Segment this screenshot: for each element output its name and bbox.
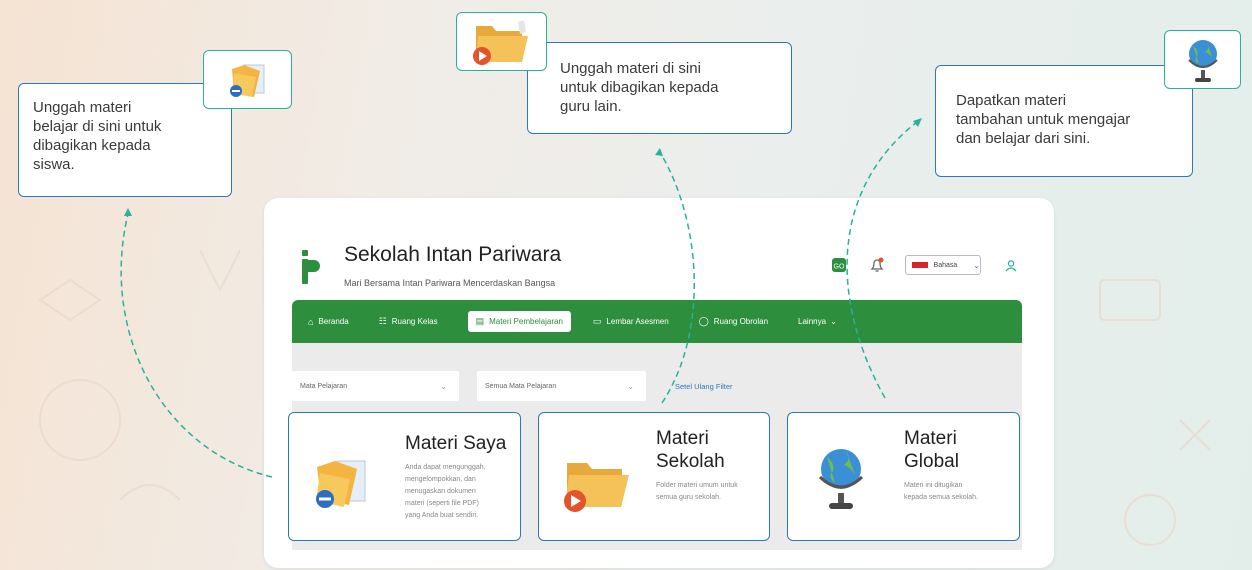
callout-school-materials: Unggah materi di sini untuk dibagikan ke…: [527, 42, 792, 134]
chevron-down-icon: ⌄: [440, 381, 447, 391]
indonesia-flag-icon: [912, 262, 928, 268]
arrow-head: [913, 118, 922, 127]
nav-label: Beranda: [318, 317, 349, 326]
callout-line: guru lain.: [560, 98, 622, 115]
language-label: Bahasa: [933, 261, 958, 269]
nav-label: Materi Pembelajaran: [489, 317, 563, 326]
subject-filter-select[interactable]: Mata Pelajaran ⌄: [292, 371, 459, 401]
app-window: Sekolah Intan Pariwara Mari Bersama Inta…: [264, 198, 1054, 568]
nav-item-materi-pembelajaran[interactable]: ▤ Materi Pembelajaran: [467, 311, 571, 332]
reset-filter-link[interactable]: Setel Ulang Filter: [675, 382, 733, 391]
card-description: Materi ini ditugikan kepada semua sekola…: [904, 482, 978, 501]
globe-icon: [818, 449, 864, 509]
callout-line: Dapatkan materi: [956, 92, 1067, 109]
materials-content: Mata Pelajaran ⌄ Semua Mata Pelajaran ⌄ …: [288, 343, 1022, 550]
chevron-down-icon: ⌄: [830, 317, 837, 326]
page-subtitle: Mari Bersama Intan Pariwara Mencerdaskan…: [344, 278, 556, 288]
file-icon: ▤: [475, 316, 485, 326]
chevron-down-icon: ⌄: [627, 381, 634, 391]
callout-line: dibagikan kepada: [33, 137, 151, 154]
nav-item-lainnya[interactable]: Lainnya ⌄: [798, 317, 837, 326]
callout-line: dan belajar dari sini.: [956, 130, 1091, 147]
language-selector[interactable]: Bahasa ⌄: [905, 255, 981, 275]
globe-icon: [1164, 30, 1241, 89]
folder-document-icon: [316, 460, 366, 508]
card-title: Materi Saya: [405, 433, 507, 454]
callout-line: Unggah materi di sini: [560, 60, 701, 77]
all-subjects-filter-select[interactable]: Semua Mata Pelajaran ⌄: [477, 371, 646, 401]
callout-line: belajar di sini untuk: [33, 118, 162, 135]
chevron-down-icon: ⌄: [973, 260, 980, 270]
filter-value: Semua Mata Pelajaran: [485, 382, 557, 390]
callout-line: siswa.: [33, 156, 75, 173]
card-materi-global[interactable]: Materi Global Materi ini ditugikan kepad…: [787, 412, 1020, 541]
home-icon: ⌂: [308, 316, 314, 327]
nav-label: Ruang Kelas: [391, 317, 438, 326]
nav-item-ruang-obrolan[interactable]: ◯ Ruang Obrolan: [699, 316, 768, 327]
user-profile-icon[interactable]: [1004, 259, 1018, 273]
card-title: Materi Global: [904, 428, 959, 472]
arrow-head: [124, 208, 132, 216]
card-description: Folder materi umum untuk semua guru seko…: [656, 482, 738, 501]
school-logo-icon: [302, 250, 320, 284]
arrow-to-callout-1: [120, 213, 273, 478]
svg-text:GO: GO: [834, 264, 845, 271]
callout-global-materials: Dapatkan materi tambahan untuk mengajar …: [935, 65, 1193, 177]
sheet-icon: ▭: [592, 316, 602, 326]
callout-line: tambahan untuk mengajar: [956, 111, 1131, 128]
book-icon: ☷: [378, 316, 387, 326]
folder-document-icon: [203, 50, 292, 109]
nav-label: Lembar Asesmen: [606, 317, 669, 326]
card-materi-sekolah[interactable]: Materi Sekolah Folder materi umum untuk …: [538, 412, 770, 541]
main-navigation: ⌂ Beranda ☷ Ruang Kelas ▤ Materi Pembela…: [292, 300, 1022, 343]
folder-play-icon: [564, 463, 629, 512]
callout-line: Unggah materi: [33, 99, 132, 116]
folder-play-icon: [456, 12, 547, 71]
arrow-head: [655, 148, 663, 156]
nav-item-beranda[interactable]: ⌂ Beranda: [308, 317, 349, 327]
card-materi-saya[interactable]: Materi Saya Anda dapat mengunggah, menge…: [288, 412, 521, 541]
nav-label: Lainnya: [798, 317, 827, 326]
calendar-badge-icon[interactable]: GO: [830, 256, 848, 274]
notification-bell-icon[interactable]: [868, 256, 886, 274]
page-title: Sekolah Intan Pariwara: [344, 243, 562, 266]
chat-icon: ◯: [698, 316, 709, 326]
callout-student-materials: Unggah materi belajar di sini untuk diba…: [18, 83, 232, 197]
nav-item-lembar-asesmen[interactable]: ▭ Lembar Asesmen: [593, 316, 669, 327]
nav-label: Ruang Obrolan: [713, 317, 769, 326]
nav-item-ruang-kelas[interactable]: ☷ Ruang Kelas: [379, 316, 438, 327]
card-title: Materi Sekolah: [656, 428, 725, 472]
callout-line: untuk dibagikan kepada: [560, 79, 719, 96]
filter-value: Mata Pelajaran: [300, 382, 348, 390]
card-description: Anda dapat mengunggah, mengelompokkan, d…: [405, 464, 486, 519]
